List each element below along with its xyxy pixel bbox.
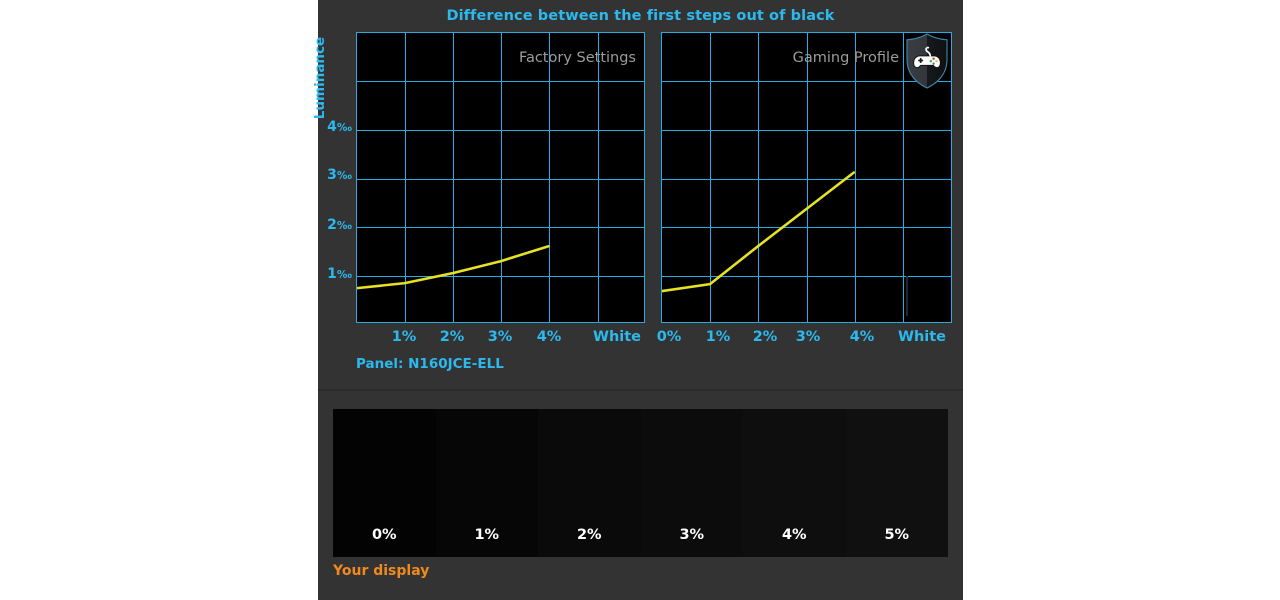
y-tick-4: 4‰ — [318, 120, 352, 135]
x-tick-left-3: 3% — [487, 329, 513, 345]
panel-model-label: Panel: N160JCE-ELL — [356, 356, 504, 372]
x-tick-left-white: White — [592, 329, 642, 345]
black-swatch-5pct[interactable]: 5% — [845, 409, 948, 557]
your-display-caption: Your display — [333, 563, 430, 579]
black-swatch-0pct[interactable]: 0% — [333, 409, 436, 557]
chart-label-factory-settings: Factory Settings — [518, 50, 636, 66]
gamepad-shield-icon — [906, 33, 948, 89]
x-tick-right-2: 2% — [752, 329, 778, 345]
x-tick-right-1: 1% — [705, 329, 731, 345]
y-tick-3: 3‰ — [318, 168, 352, 183]
x-tick-right-3: 3% — [795, 329, 821, 345]
chart-gaming-profile[interactable]: Gaming Profile — [661, 32, 952, 323]
black-swatch-label: 3% — [679, 527, 705, 543]
chart-label-gaming-profile: Gaming Profile — [792, 50, 899, 66]
black-swatch-1pct[interactable]: 1% — [435, 409, 538, 557]
x-tick-left-4: 4% — [536, 329, 562, 345]
x-tick-left-2: 2% — [439, 329, 465, 345]
charts-section: Difference between the first steps out o… — [312, 0, 963, 390]
y-tick-4-value: 4 — [327, 119, 337, 135]
permille-symbol: ‰ — [336, 122, 352, 134]
black-level-gradient-strip[interactable]: 0% 1% 2% 3% 4% 5% — [333, 409, 948, 557]
x-tick-right-0: 0% — [656, 329, 682, 345]
y-axis-title: Luminance — [312, 36, 328, 120]
black-swatch-4pct[interactable]: 4% — [743, 409, 846, 557]
y-tick-3-value: 3 — [327, 167, 337, 183]
luminance-curve-factory — [357, 244, 550, 290]
black-swatch-label: 0% — [371, 527, 397, 543]
permille-symbol: ‰ — [336, 269, 352, 281]
y-tick-2-value: 2 — [327, 217, 337, 233]
screenshot-root: Difference between the first steps out o… — [0, 0, 1280, 600]
y-tick-1-value: 1 — [327, 266, 337, 282]
your-display-section: 0% 1% 2% 3% 4% 5% Your display — [318, 391, 963, 600]
display-test-panel: Difference between the first steps out o… — [312, 0, 963, 600]
y-tick-2: 2‰ — [318, 218, 352, 233]
y-tick-1: 1‰ — [318, 267, 352, 282]
x-tick-left-1: 1% — [391, 329, 417, 345]
black-swatch-2pct[interactable]: 2% — [538, 409, 641, 557]
black-swatch-3pct[interactable]: 3% — [640, 409, 743, 557]
black-swatch-label: 5% — [884, 527, 910, 543]
black-swatch-label: 1% — [474, 527, 500, 543]
permille-symbol: ‰ — [336, 170, 352, 182]
black-swatch-label: 2% — [576, 527, 602, 543]
permille-symbol: ‰ — [336, 220, 352, 232]
white-level-marker — [906, 276, 908, 316]
x-tick-right-white: White — [897, 329, 947, 345]
x-tick-right-4: 4% — [849, 329, 875, 345]
page-title: Difference between the first steps out o… — [446, 8, 835, 24]
chart-factory-settings[interactable]: Factory Settings — [356, 32, 645, 323]
black-swatch-label: 4% — [781, 527, 807, 543]
